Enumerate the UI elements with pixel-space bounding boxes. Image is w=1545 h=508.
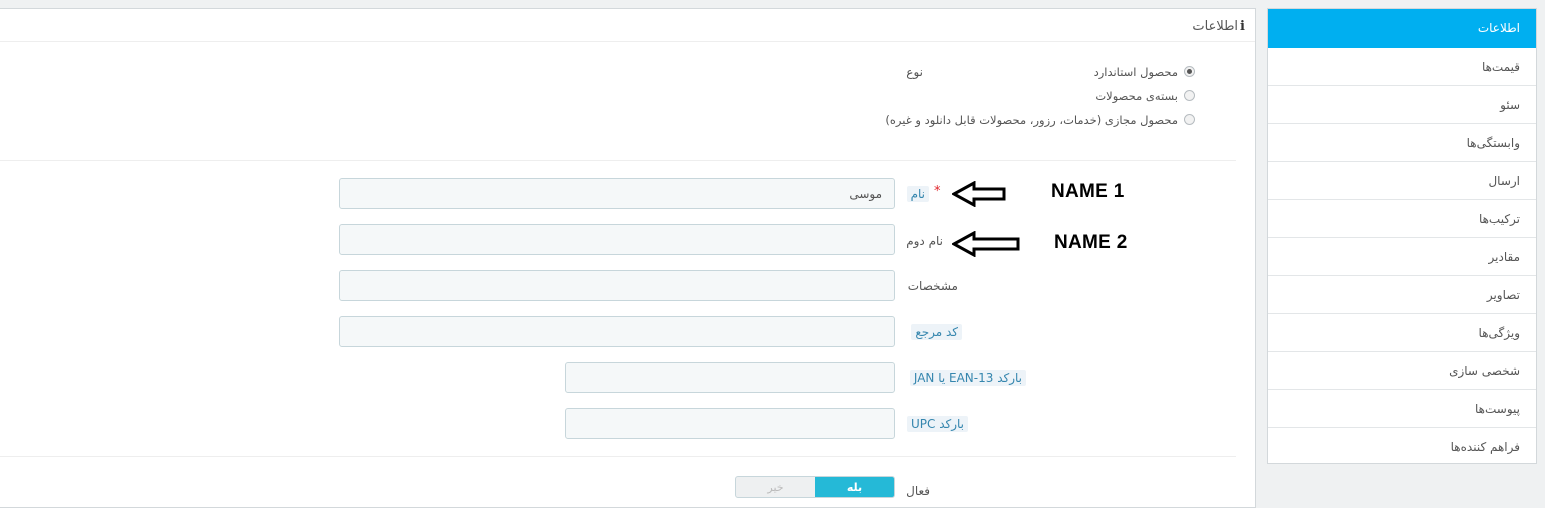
sidebar-item-features[interactable]: ویژگی‌ها <box>1268 314 1536 352</box>
type-label: نوع <box>906 65 923 79</box>
radio-virtual[interactable] <box>1184 114 1195 125</box>
panel-heading: iاطلاعات <box>1192 17 1245 37</box>
heading-divider <box>0 41 1255 42</box>
section-divider <box>0 160 1236 161</box>
required-mark: * <box>934 184 941 199</box>
sidebar-item-information[interactable]: اطلاعات <box>1268 9 1536 48</box>
annotation-arrow-left-icon <box>952 181 1006 207</box>
name-input[interactable] <box>339 178 895 209</box>
sidebar-item-attachments[interactable]: پیوست‌ها <box>1268 390 1536 428</box>
sidebar-item-images[interactable]: تصاویر <box>1268 276 1536 314</box>
annotation-name1: NAME 1 <box>1051 181 1125 202</box>
annotation-name2: NAME 2 <box>1054 232 1128 253</box>
active-switch[interactable]: خیر بله <box>735 476 895 498</box>
active-switch-yes[interactable]: بله <box>815 477 894 497</box>
active-switch-no[interactable]: خیر <box>736 477 815 497</box>
ean13-input[interactable] <box>565 362 895 393</box>
ean13-label: بارکد EAN-13 یا JAN <box>909 370 1026 386</box>
sidebar-item-suppliers[interactable]: فراهم کننده‌ها <box>1268 428 1536 466</box>
radio-pack[interactable] <box>1184 90 1195 101</box>
name-label: نام <box>906 186 929 202</box>
second-name-label: نام دوم <box>906 234 943 248</box>
type-option-standard-label: محصول استاندارد <box>1093 65 1178 79</box>
reference-input[interactable] <box>339 316 895 347</box>
type-option-standard[interactable]: محصول استاندارد <box>1094 64 1195 80</box>
radio-standard[interactable] <box>1184 66 1195 77</box>
type-option-pack[interactable]: بسته‌ی محصولات <box>1095 88 1195 104</box>
sidebar-item-combinations[interactable]: ترکیب‌ها <box>1268 200 1536 238</box>
sidebar-item-customization[interactable]: شخصی سازی <box>1268 352 1536 390</box>
upc-label: بارکد UPC <box>906 416 968 432</box>
second-name-input[interactable] <box>339 224 895 255</box>
sidebar-item-quantities[interactable]: مقادیر <box>1268 238 1536 276</box>
product-tabs-sidebar: اطلاعات قیمت‌ها سئو وابستگی‌ها ارسال ترک… <box>1267 8 1537 464</box>
upc-input[interactable] <box>565 408 895 439</box>
specs-input[interactable] <box>339 270 895 301</box>
section-divider-2 <box>0 456 1236 457</box>
specs-label: مشخصات <box>907 279 958 293</box>
info-icon: i <box>1240 19 1245 34</box>
annotation-arrow-left-icon <box>952 231 1020 257</box>
type-option-virtual[interactable]: محصول مجازی (خدمات، رزور، محصولات قابل د… <box>885 112 1195 128</box>
reference-label: کد مرجع <box>911 324 962 340</box>
sidebar-item-shipping[interactable]: ارسال <box>1268 162 1536 200</box>
type-option-virtual-label: محصول مجازی (خدمات، رزور، محصولات قابل د… <box>885 113 1178 127</box>
sidebar-item-seo[interactable]: سئو <box>1268 86 1536 124</box>
type-option-pack-label: بسته‌ی محصولات <box>1095 89 1178 103</box>
panel-heading-text: اطلاعات <box>1192 19 1239 34</box>
sidebar-item-prices[interactable]: قیمت‌ها <box>1268 48 1536 86</box>
sidebar-item-associations[interactable]: وابستگی‌ها <box>1268 124 1536 162</box>
